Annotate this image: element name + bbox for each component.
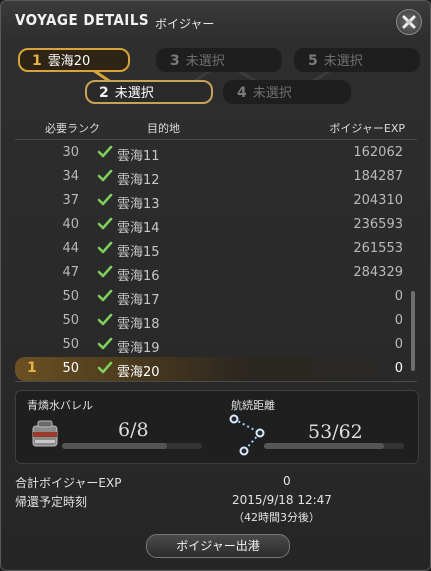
row-rank: 44 bbox=[62, 241, 79, 256]
table-row[interactable]: 50 雲海19 0 bbox=[15, 333, 411, 357]
table-header: 必要ランク 目的地 ボイジャーEXP bbox=[1, 117, 430, 139]
check-icon bbox=[97, 145, 113, 158]
close-icon bbox=[402, 15, 416, 29]
fuel-label: 青燐水バレル bbox=[27, 399, 93, 412]
window-title: VOYAGE DETAILS bbox=[15, 11, 150, 29]
table-row[interactable]: 1 50 雲海20 0 bbox=[15, 357, 411, 381]
return-duration: （42時間3分後） bbox=[233, 511, 320, 524]
table-row[interactable]: 30 雲海11 162062 bbox=[15, 141, 411, 165]
check-icon bbox=[97, 361, 113, 374]
depart-button[interactable]: ボイジャー出港 bbox=[146, 534, 290, 558]
row-exp: 0 bbox=[394, 361, 403, 376]
route-slot-3[interactable]: 3 未選択 bbox=[156, 48, 282, 72]
row-destination: 雲海20 bbox=[117, 365, 160, 380]
route-number: 2 bbox=[99, 85, 109, 101]
row-exp: 162062 bbox=[353, 145, 403, 160]
row-rank: 50 bbox=[62, 313, 79, 328]
table-divider bbox=[15, 139, 417, 140]
route-label: 雲海20 bbox=[47, 54, 91, 69]
table-row[interactable]: 40 雲海14 236593 bbox=[15, 213, 411, 237]
check-icon bbox=[97, 193, 113, 206]
check-icon bbox=[97, 265, 113, 278]
row-exp: 184287 bbox=[353, 169, 403, 184]
fuel-barrel-icon bbox=[32, 420, 58, 447]
table-divider-bottom bbox=[15, 381, 417, 382]
row-rank: 30 bbox=[62, 145, 79, 160]
route-slot-4[interactable]: 4 未選択 bbox=[223, 80, 351, 104]
row-rank: 50 bbox=[62, 361, 79, 376]
fuel-gauge bbox=[62, 443, 202, 449]
row-rank: 34 bbox=[62, 169, 79, 184]
title-bar: VOYAGE DETAILS ボイジャー bbox=[1, 1, 430, 41]
table-row[interactable]: 34 雲海12 184287 bbox=[15, 165, 411, 189]
row-destination: 雲海16 bbox=[117, 269, 160, 284]
route-number: 5 bbox=[308, 53, 318, 69]
check-icon bbox=[97, 241, 113, 254]
route-label: 未選択 bbox=[252, 86, 292, 101]
row-rank: 37 bbox=[62, 193, 79, 208]
row-rank: 47 bbox=[62, 265, 79, 280]
row-rank: 40 bbox=[62, 217, 79, 232]
route-number: 3 bbox=[170, 53, 180, 69]
voyage-details-window: VOYAGE DETAILS ボイジャー 1 雲海20 3 未選択 5 未選択 2 未選… bbox=[0, 0, 431, 571]
return-label: 帰還予定時刻 bbox=[15, 495, 88, 509]
check-icon bbox=[97, 217, 113, 230]
fuel-value: 6/8 bbox=[118, 419, 149, 441]
table-row[interactable]: 47 雲海16 284329 bbox=[15, 261, 411, 285]
route-label: 未選択 bbox=[323, 54, 363, 69]
row-exp: 204310 bbox=[353, 193, 403, 208]
total-exp-label: 合計ボイジャーEXP bbox=[15, 476, 122, 490]
fuel-gauge-fill bbox=[62, 443, 167, 449]
check-icon bbox=[97, 337, 113, 350]
row-destination: 雲海18 bbox=[117, 317, 160, 332]
window-subtitle: ボイジャー bbox=[155, 17, 215, 31]
close-button[interactable] bbox=[396, 9, 422, 35]
table-row[interactable]: 50 雲海17 0 bbox=[15, 285, 411, 309]
route-number: 1 bbox=[32, 53, 42, 69]
table-row[interactable]: 44 雲海15 261553 bbox=[15, 237, 411, 261]
table-row[interactable]: 50 雲海18 0 bbox=[15, 309, 411, 333]
row-destination: 雲海12 bbox=[117, 173, 160, 188]
row-destination: 雲海14 bbox=[117, 221, 160, 236]
route-slot-2[interactable]: 2 未選択 bbox=[85, 80, 213, 104]
route-slot-5[interactable]: 5 未選択 bbox=[294, 48, 420, 72]
row-rank: 50 bbox=[62, 337, 79, 352]
status-panel: 青燐水バレル 6/8 航続距離 53/62 bbox=[15, 390, 419, 464]
check-icon bbox=[97, 313, 113, 326]
check-icon bbox=[97, 169, 113, 182]
route-path-icon bbox=[229, 414, 265, 456]
table-row[interactable]: 37 雲海13 204310 bbox=[15, 189, 411, 213]
distance-label: 航続距離 bbox=[231, 399, 275, 412]
row-destination: 雲海17 bbox=[117, 293, 160, 308]
route-number: 4 bbox=[237, 85, 247, 101]
row-destination: 雲海15 bbox=[117, 245, 160, 260]
header-destination[interactable]: 目的地 bbox=[147, 120, 180, 136]
selected-route-number: 1 bbox=[27, 360, 37, 376]
check-icon bbox=[97, 289, 113, 302]
row-exp: 236593 bbox=[353, 217, 403, 232]
return-time: 2015/9/18 12:47 bbox=[232, 493, 332, 507]
row-exp: 0 bbox=[394, 313, 403, 328]
header-exp[interactable]: ボイジャーEXP bbox=[329, 120, 405, 136]
row-exp: 284329 bbox=[353, 265, 403, 280]
header-rank[interactable]: 必要ランク bbox=[45, 120, 100, 136]
route-slot-1[interactable]: 1 雲海20 bbox=[18, 48, 130, 72]
route-label: 未選択 bbox=[114, 86, 154, 101]
row-exp: 0 bbox=[394, 337, 403, 352]
distance-gauge-fill bbox=[264, 443, 384, 449]
distance-value: 53/62 bbox=[308, 421, 363, 443]
distance-gauge bbox=[264, 443, 404, 449]
row-exp: 261553 bbox=[353, 241, 403, 256]
row-destination: 雲海19 bbox=[117, 341, 160, 356]
route-label: 未選択 bbox=[185, 54, 225, 69]
row-destination: 雲海13 bbox=[117, 197, 160, 212]
row-rank: 50 bbox=[62, 289, 79, 304]
row-destination: 雲海11 bbox=[117, 149, 160, 164]
list-scrollbar[interactable] bbox=[411, 291, 415, 371]
row-exp: 0 bbox=[394, 289, 403, 304]
total-exp-value: 0 bbox=[283, 474, 291, 488]
